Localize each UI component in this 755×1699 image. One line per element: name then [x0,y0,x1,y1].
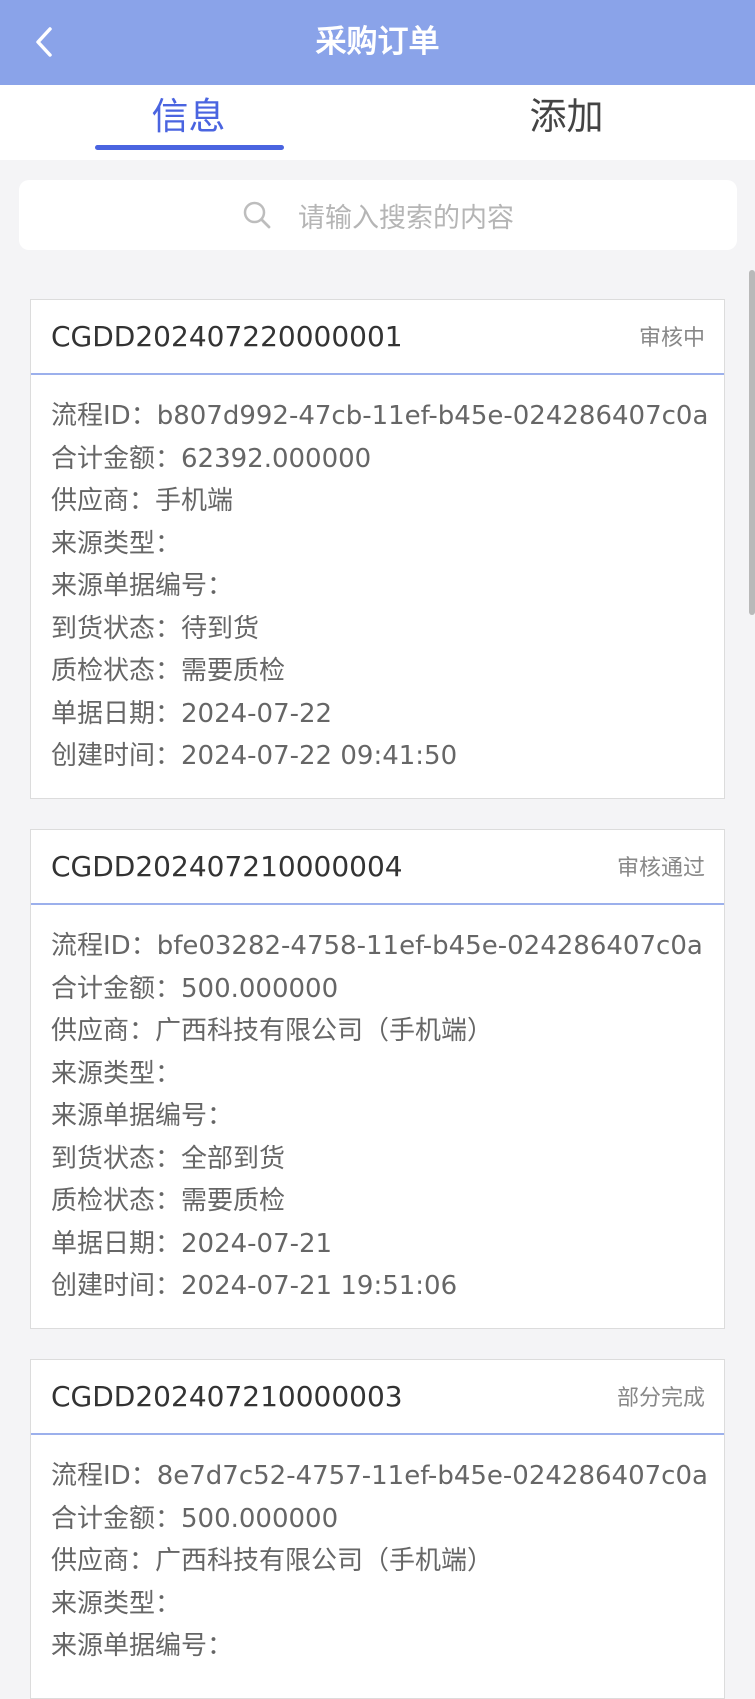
source-type: 来源类型： [51,1588,182,1619]
process-id: 流程ID：8e7d7c52-4757-11ef-b45e-024286407c0… [51,1461,708,1491]
supplier: 供应商：广西科技有限公司（手机端） [51,1546,494,1576]
order-card-header: CGDD202407220000001 审核中 [31,300,724,375]
source-doc-number: 来源单据编号： [51,571,234,601]
order-code: CGDD202407210000003 [51,1380,403,1413]
total-amount: 合计金额：500.000000 [51,973,339,1004]
source-type: 来源类型： [51,528,182,559]
order-details: 流程ID：b807d992-47cb-11ef-b45e-024286407c0… [31,375,724,778]
active-tab-indicator [95,145,284,150]
arrival-status: 到货状态：全部到货 [51,1143,286,1174]
status-badge: 审核中 [638,326,705,351]
process-id: 流程ID：b807d992-47cb-11ef-b45e-024286407c0… [51,401,709,431]
source-type: 来源类型： [51,1058,182,1089]
source-doc-number: 来源单据编号： [51,1101,234,1131]
page-title: 采购订单 [315,24,440,60]
document-date: 单据日期：2024-07-22 [51,698,333,729]
created-time: 创建时间：2024-07-21 19:51:06 [51,1271,458,1301]
order-details: 流程ID：8e7d7c52-4757-11ef-b45e-024286407c0… [31,1435,724,1668]
supplier: 供应商：手机端 [51,486,234,516]
total-amount: 合计金额：500.000000 [51,1503,339,1534]
supplier: 供应商：广西科技有限公司（手机端） [51,1016,494,1046]
order-card-header: CGDD202407210000004 审核通过 [31,830,724,905]
order-card[interactable]: CGDD202407220000001 审核中 流程ID：b807d992-47… [30,299,725,799]
order-card-header: CGDD202407210000003 部分完成 [31,1360,724,1435]
search-placeholder: 请输入搜索的内容 [298,202,514,234]
app-header: 采购订单 [0,0,755,85]
process-id: 流程ID：bfe03282-4758-11ef-b45e-024286407c0… [51,931,703,961]
order-code: CGDD202407220000001 [51,320,403,353]
order-details: 流程ID：bfe03282-4758-11ef-b45e-024286407c0… [31,905,724,1308]
search-icon [243,201,271,229]
order-card[interactable]: CGDD202407210000003 部分完成 流程ID：8e7d7c52-4… [30,1359,725,1699]
search-bar[interactable]: 请输入搜索的内容 [19,180,737,250]
scrollbar[interactable] [749,270,755,615]
status-badge: 部分完成 [616,1386,705,1411]
status-badge: 审核通过 [616,856,705,881]
inspection-status: 质检状态：需要质检 [51,656,286,686]
order-code: CGDD202407210000004 [51,850,403,883]
inspection-status: 质检状态：需要质检 [51,1186,286,1216]
document-date: 单据日期：2024-07-21 [51,1228,333,1259]
arrival-status: 到货状态：待到货 [51,613,260,644]
tab-add[interactable]: 添加 [378,85,755,160]
source-doc-number: 来源单据编号： [51,1631,234,1661]
created-time: 创建时间：2024-07-22 09:41:50 [51,741,458,771]
order-card[interactable]: CGDD202407210000004 审核通过 流程ID：bfe03282-4… [30,829,725,1329]
total-amount: 合计金额：62392.000000 [51,443,372,474]
